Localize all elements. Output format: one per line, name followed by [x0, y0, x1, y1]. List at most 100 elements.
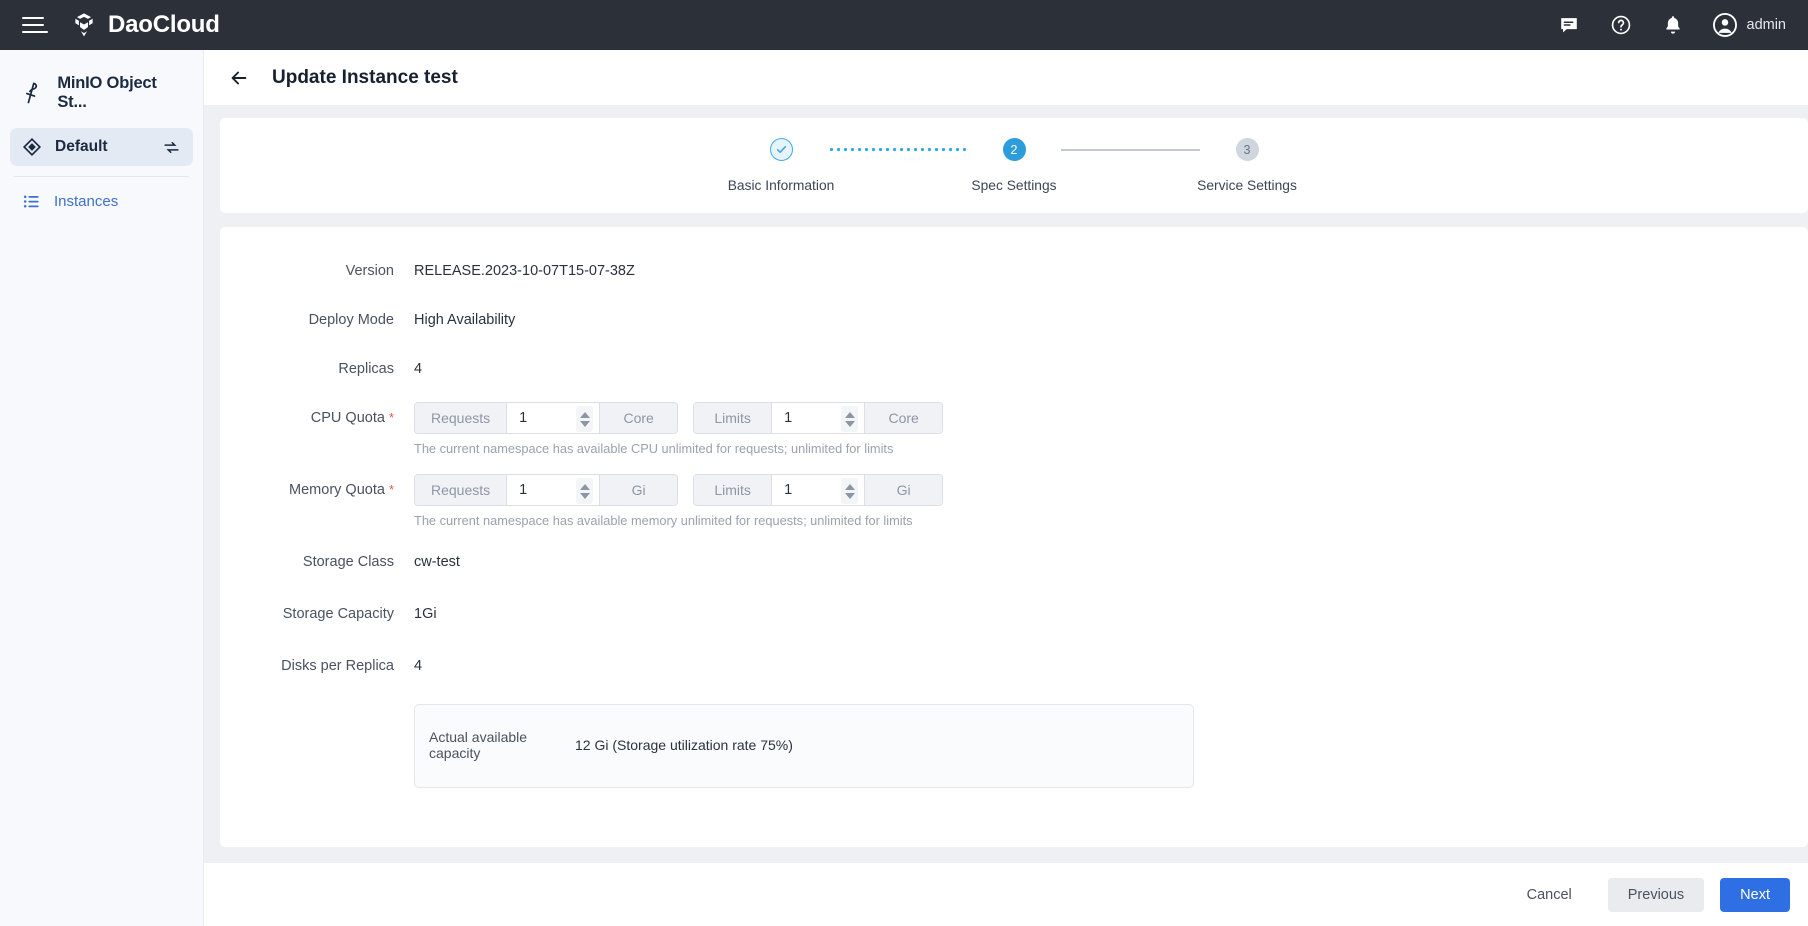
cpu-requests-input[interactable] — [519, 410, 571, 426]
cancel-button[interactable]: Cancel — [1507, 878, 1592, 912]
cpu-limits-prefix: Limits — [694, 403, 772, 433]
memory-limits-group: Limits Gi — [693, 474, 943, 506]
field-storage-capacity: Storage Capacity 1Gi — [220, 598, 1808, 630]
workspace-icon — [22, 137, 42, 157]
footer-bar: Cancel Previous Next — [204, 862, 1808, 926]
actual-capacity-row: Actual available capacity 12 Gi (Storage… — [415, 729, 1193, 761]
memory-quota-hint: The current namespace has available memo… — [414, 513, 943, 528]
check-icon — [775, 143, 788, 156]
field-memory-quota: Memory Quota* Requests — [220, 474, 1808, 528]
refresh-icon[interactable] — [162, 138, 181, 157]
cpu-requests-input-wrap[interactable] — [507, 403, 599, 433]
cpu-requests-prefix: Requests — [415, 403, 507, 433]
field-memory-quota-label-text: Memory Quota — [289, 482, 385, 498]
memory-limits-stepper[interactable] — [841, 478, 858, 504]
memory-limits-prefix: Limits — [694, 475, 772, 505]
brand-name: DaoCloud — [108, 11, 220, 39]
step-connector-1 — [828, 138, 967, 161]
page-title: Update Instance test — [272, 67, 458, 89]
memory-limits-unit: Gi — [864, 475, 942, 505]
spin-down-icon[interactable] — [580, 493, 590, 499]
step-spec-settings[interactable]: 2 Spec Settings — [967, 138, 1061, 193]
field-memory-quota-label: Memory Quota* — [220, 474, 414, 506]
sidebar-divider — [14, 176, 189, 177]
step-service-settings[interactable]: 3 Service Settings — [1200, 138, 1294, 193]
cpu-limits-input-wrap[interactable] — [772, 403, 864, 433]
daocloud-cube-icon — [70, 11, 98, 39]
field-cpu-quota: CPU Quota * Requests — [220, 402, 1808, 456]
help-icon[interactable] — [1608, 12, 1634, 38]
memory-requests-group: Requests Gi — [414, 474, 678, 506]
field-deploy-mode: Deploy Mode High Availability — [220, 304, 1808, 336]
memory-requests-input-wrap[interactable] — [507, 475, 599, 505]
actual-capacity-box: Actual available capacity 12 Gi (Storage… — [414, 704, 1194, 788]
field-disks-per-replica-label: Disks per Replica — [220, 650, 414, 682]
cpu-requests-group: Requests Core — [414, 402, 678, 434]
actual-capacity-value: 12 Gi (Storage utilization rate 75%) — [575, 737, 793, 753]
field-cpu-quota-label: CPU Quota * — [220, 402, 414, 434]
sidebar-item-workspace-default[interactable]: Default — [10, 128, 193, 166]
stepper-card: Basic Information 2 Spec Settings 3 Serv… — [220, 118, 1808, 213]
message-icon[interactable] — [1556, 12, 1582, 38]
field-storage-capacity-label: Storage Capacity — [220, 598, 414, 630]
spin-up-icon[interactable] — [580, 412, 590, 418]
field-version: Version RELEASE.2023-10-07T15-07-38Z — [220, 255, 1808, 287]
cpu-requests-stepper[interactable] — [576, 406, 593, 432]
stepper: Basic Information 2 Spec Settings 3 Serv… — [734, 138, 1294, 193]
field-replicas-label: Replicas — [220, 353, 414, 385]
memory-limits-input-wrap[interactable] — [772, 475, 864, 505]
minio-icon — [20, 79, 45, 107]
field-deploy-mode-label: Deploy Mode — [220, 304, 414, 336]
user-menu[interactable]: admin — [1712, 12, 1787, 38]
step-1-label: Basic Information — [728, 178, 835, 193]
field-storage-class-label: Storage Class — [220, 546, 414, 578]
sidebar-workspace-label: Default — [55, 138, 108, 156]
app-root: DaoCloud — [0, 0, 1808, 926]
top-bar: DaoCloud — [0, 0, 1808, 50]
memory-requests-stepper[interactable] — [576, 478, 593, 504]
field-version-label: Version — [220, 255, 414, 287]
sidebar-product[interactable]: MinIO Object St... — [0, 64, 203, 124]
field-disks-per-replica-value: 4 — [414, 650, 422, 682]
spin-up-icon[interactable] — [845, 484, 855, 490]
step-1-circle — [770, 138, 793, 161]
memory-requests-prefix: Requests — [415, 475, 507, 505]
topbar-actions: admin — [1556, 12, 1787, 38]
field-memory-quota-body: Requests Gi Limits — [414, 474, 943, 528]
field-cpu-quota-label-text: CPU Quota — [311, 410, 385, 426]
cpu-limits-group: Limits Core — [693, 402, 943, 434]
field-storage-capacity-value: 1Gi — [414, 598, 437, 630]
field-version-value: RELEASE.2023-10-07T15-07-38Z — [414, 255, 635, 287]
step-2-label: Spec Settings — [971, 178, 1056, 193]
field-storage-class: Storage Class cw-test — [220, 546, 1808, 578]
field-disks-per-replica: Disks per Replica 4 — [220, 650, 1808, 682]
memory-requests-input[interactable] — [519, 482, 571, 498]
next-button[interactable]: Next — [1720, 878, 1790, 912]
form-card: Version RELEASE.2023-10-07T15-07-38Z Dep… — [220, 227, 1808, 847]
spin-up-icon[interactable] — [580, 484, 590, 490]
sidebar-item-instances[interactable]: Instances — [10, 183, 193, 220]
field-storage-class-value: cw-test — [414, 546, 460, 578]
spin-down-icon[interactable] — [580, 421, 590, 427]
cpu-requests-unit: Core — [599, 403, 677, 433]
step-2-circle: 2 — [1003, 138, 1026, 161]
step-basic-information[interactable]: Basic Information — [734, 138, 828, 193]
back-arrow-icon[interactable] — [228, 67, 250, 89]
cpu-limits-stepper[interactable] — [841, 406, 858, 432]
field-cpu-quota-body: Requests Core Limits — [414, 402, 943, 456]
spin-down-icon[interactable] — [845, 421, 855, 427]
bell-icon[interactable] — [1660, 12, 1686, 38]
avatar — [1712, 12, 1738, 38]
brand-logo[interactable]: DaoCloud — [70, 11, 220, 39]
step-connector-2 — [1061, 138, 1200, 161]
hamburger-icon[interactable] — [22, 12, 48, 38]
step-3-circle: 3 — [1236, 138, 1259, 161]
spin-down-icon[interactable] — [845, 493, 855, 499]
required-marker: * — [389, 410, 394, 425]
cpu-quota-hint: The current namespace has available CPU … — [414, 441, 943, 456]
spin-up-icon[interactable] — [845, 412, 855, 418]
content-area: Basic Information 2 Spec Settings 3 Serv… — [204, 105, 1808, 862]
memory-limits-input[interactable] — [784, 482, 836, 498]
previous-button[interactable]: Previous — [1608, 878, 1704, 912]
cpu-limits-input[interactable] — [784, 410, 836, 426]
